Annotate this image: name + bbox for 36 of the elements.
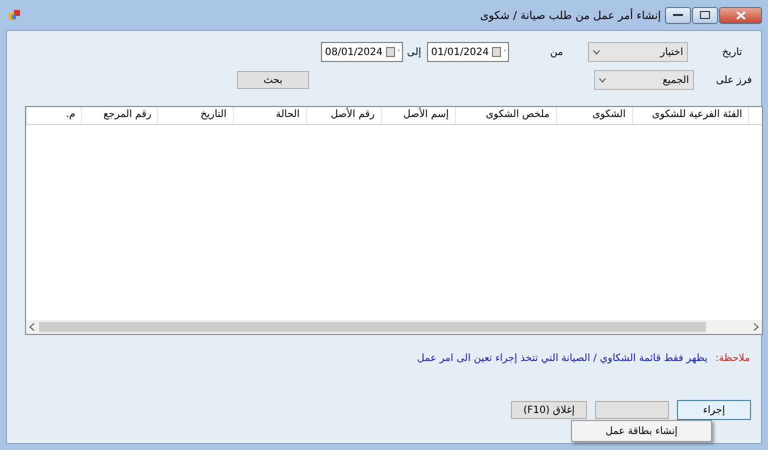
close-button[interactable] (719, 6, 762, 24)
maximize-icon (700, 11, 710, 19)
search-button[interactable]: بحث (237, 71, 309, 89)
action-button[interactable]: إجراء (677, 400, 751, 420)
column-header[interactable]: إسم الأصل (380, 107, 455, 124)
date-dropdown[interactable]: اختيار (588, 42, 688, 62)
column-header[interactable]: الفئة الفرعية للشكوى (632, 107, 748, 124)
maximize-button[interactable] (692, 6, 718, 24)
scroll-right-icon[interactable] (753, 323, 759, 331)
column-header[interactable]: رقم الأصل (306, 107, 381, 124)
date-picker[interactable]: 01/01/2024 (427, 42, 510, 62)
menu-item[interactable]: إنشاء بطاقة عمل (605, 426, 678, 436)
column-header[interactable]: م. (26, 107, 82, 124)
column-header[interactable]: الحالة (232, 107, 306, 124)
column-header[interactable]: الشكوى (556, 107, 632, 124)
window-title: إنشاء أمر عمل من طلب صيانة / شكوى (480, 8, 661, 22)
note-text: يظهر فقط قائمة الشكاوي / الصيانة التي تتخذ إجراء تعين الى امر عمل (417, 353, 708, 364)
column-header[interactable]: ملخص الشكوى (454, 107, 556, 124)
from-label: من (550, 46, 564, 58)
minimize-icon (673, 13, 683, 17)
sort-dropdown[interactable]: الجميع (594, 70, 694, 90)
close-icon (736, 10, 746, 20)
action-button[interactable]: إغلاق (F10) (511, 401, 587, 419)
scroll-left-icon[interactable] (29, 323, 35, 331)
caret-icon (599, 78, 606, 82)
horizontal-scrollbar[interactable] (26, 320, 762, 334)
to-label: إلى (407, 46, 422, 58)
minimize-button[interactable] (665, 6, 691, 24)
caret-icon (593, 50, 600, 54)
app-icon (9, 9, 21, 21)
date-picker[interactable]: 08/01/2024 (321, 42, 403, 62)
sort-label: فرز على (716, 74, 752, 86)
column-header[interactable]: رقم المرجع (81, 107, 158, 124)
column-header[interactable]: التاريخ (157, 107, 233, 124)
date-label: تاريخ (722, 46, 742, 58)
note-label: ملاحظة: (716, 353, 750, 364)
